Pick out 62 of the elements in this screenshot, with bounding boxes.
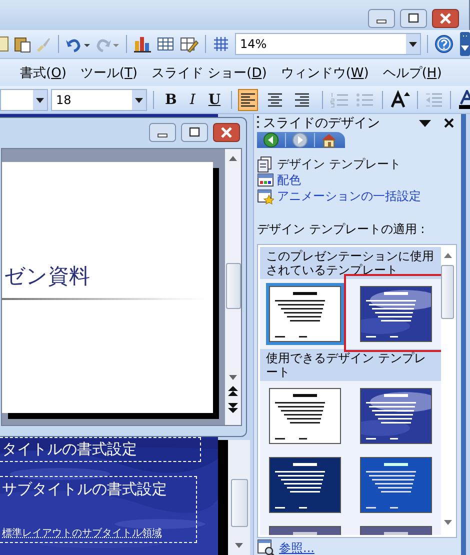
template-icon	[257, 156, 274, 172]
subtitle-placeholder: サブタイトルの書式設定	[1, 480, 167, 500]
subtitle-area-label: 標準レイアウトのサブタイトル領域	[1, 527, 162, 540]
slide-title: ゼン資料	[3, 262, 91, 290]
grip-icon	[257, 115, 260, 131]
menu-item[interactable]: ウィンドウ(W)	[274, 64, 377, 82]
menu-item[interactable]: 書式(O)	[0, 64, 74, 82]
scroll-up-arrow-icon[interactable]	[228, 155, 238, 163]
previous-slide-button[interactable]	[226, 384, 240, 398]
close-icon[interactable]	[444, 118, 454, 128]
task-option-link[interactable]: アニメーションの一括設定	[277, 188, 421, 204]
palette-icon	[257, 172, 274, 188]
maximize-button[interactable]	[181, 122, 208, 142]
maximize-button[interactable]	[400, 9, 427, 28]
dropdown-arrow-icon[interactable]	[419, 118, 431, 128]
close-button[interactable]	[432, 9, 459, 28]
task-pane-title: スライドのデザイン	[263, 115, 381, 132]
menu-item[interactable]: スライド ショー(D)	[146, 64, 275, 82]
close-button[interactable]	[213, 122, 240, 142]
menu-item[interactable]: ヘルプ(H)	[376, 64, 450, 82]
underline-button[interactable]: U	[203, 92, 226, 108]
chart-icon[interactable]	[133, 35, 153, 53]
paste-icon[interactable]	[13, 35, 31, 53]
zoom-combo[interactable]: 14%	[235, 33, 421, 55]
template-thumbnail[interactable]	[266, 283, 344, 345]
menu-item[interactable]: ツール(T)	[74, 64, 146, 82]
section-label: デザイン テンプレートの適用 :	[257, 221, 426, 238]
task-option-link[interactable]: デザイン テンプレート	[277, 156, 401, 172]
scroll-down-arrow-icon[interactable]	[234, 541, 244, 549]
bold-button[interactable]: B	[160, 92, 182, 108]
star-slide-icon	[257, 188, 274, 204]
grid-icon[interactable]	[212, 35, 230, 53]
scroll-up-arrow-icon[interactable]	[444, 253, 452, 259]
back-icon[interactable]	[263, 132, 279, 148]
scroll-down-arrow-icon[interactable]	[444, 519, 452, 525]
group-heading: 使用できるデザイン テンプレート	[260, 349, 441, 381]
increase-font-size-icon[interactable]	[389, 90, 412, 110]
minimize-button[interactable]	[368, 9, 395, 28]
next-slide-button[interactable]	[226, 401, 240, 415]
table-icon[interactable]	[156, 35, 176, 53]
minimize-button[interactable]	[149, 122, 176, 142]
toolbar-options-icon[interactable]	[460, 32, 470, 56]
task-option-link[interactable]: 配色	[277, 172, 301, 188]
scroll-thumb[interactable]	[230, 479, 248, 527]
home-icon[interactable]	[321, 132, 337, 148]
zoom-value: 14%	[239, 37, 267, 51]
table-pencil-icon[interactable]	[179, 35, 199, 53]
font-size-value: 18	[55, 92, 72, 106]
scroll-down-arrow-icon[interactable]	[228, 373, 238, 381]
slide-title-placeholder: タイトルの書式設定	[1, 440, 137, 459]
font-size-combo[interactable]: 18	[51, 88, 147, 110]
scrollbar[interactable]	[225, 149, 241, 425]
italic-button[interactable]: I	[184, 92, 200, 108]
text-placeholder-frame[interactable]: サブタイトルの書式設定 標準レイアウトのサブタイトル領域	[0, 476, 197, 543]
scroll-thumb[interactable]	[226, 263, 240, 309]
scroll-thumb[interactable]	[441, 265, 454, 319]
document-icon[interactable]	[0, 35, 10, 53]
help-icon[interactable]	[434, 34, 454, 54]
browse-link[interactable]: 参照...	[279, 540, 314, 555]
align-left-button[interactable]	[238, 88, 258, 110]
scrollbar[interactable]	[228, 440, 250, 555]
forward-icon[interactable]	[292, 132, 308, 148]
